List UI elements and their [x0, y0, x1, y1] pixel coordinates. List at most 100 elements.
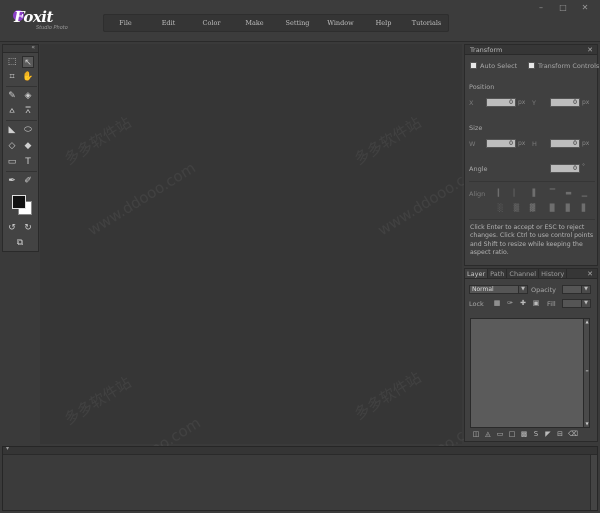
angle-unit: °: [582, 163, 585, 170]
w-label: W: [469, 140, 476, 148]
heal-icon[interactable]: ⩞: [22, 105, 34, 117]
app-logo: Foxit Studio Photo: [13, 8, 84, 34]
fit-icon[interactable]: ⧉: [14, 237, 26, 249]
align-hcenter-icon[interactable]: ▏: [513, 190, 520, 197]
eraser-icon[interactable]: ◈: [22, 90, 34, 102]
position-label: Position: [469, 83, 495, 91]
x-input[interactable]: 0: [486, 98, 516, 107]
redo-icon[interactable]: ↻: [22, 222, 34, 234]
y-unit: px: [582, 99, 590, 106]
eraser2-icon[interactable]: ◇: [6, 140, 18, 152]
scroll-up-icon[interactable]: ▲: [584, 319, 590, 325]
new-layer-icon[interactable]: □: [508, 430, 516, 438]
lock-label: Lock: [469, 300, 484, 308]
distribute-vcenter-icon[interactable]: ▊: [565, 205, 572, 212]
text-layer-icon[interactable]: S: [532, 430, 540, 438]
foreground-color-swatch[interactable]: [12, 195, 26, 209]
adjustment-layer-icon[interactable]: ◤: [544, 430, 552, 438]
menu-bar: File Edit Color Make Setting Window Help…: [103, 14, 449, 32]
layer-list[interactable]: ▲ ≡ ▼: [470, 318, 590, 428]
menu-make[interactable]: Make: [233, 19, 276, 27]
divider: [469, 219, 595, 220]
tab-channel[interactable]: Channel: [507, 269, 540, 278]
w-input[interactable]: 0: [486, 139, 516, 148]
new-group-icon[interactable]: ▭: [496, 430, 504, 438]
text-icon[interactable]: T: [22, 156, 34, 168]
scroll-grip-icon[interactable]: ≡: [584, 368, 590, 374]
collapse-toolbox-button[interactable]: «: [31, 44, 35, 51]
undo-icon[interactable]: ↺: [6, 222, 18, 234]
title-bar: Foxit Studio Photo File Edit Color Make …: [0, 0, 600, 42]
gradient-icon[interactable]: ▭: [6, 156, 18, 168]
bottom-panel: ▾: [2, 445, 598, 511]
layer-style-icon[interactable]: ◬: [484, 430, 492, 438]
pen-icon[interactable]: ✒: [6, 175, 18, 187]
link-layers-icon[interactable]: ◫: [472, 430, 480, 438]
merge-layers-icon[interactable]: ⊟: [556, 430, 564, 438]
menu-setting[interactable]: Setting: [276, 19, 319, 27]
align-vcenter-icon[interactable]: ▬: [565, 190, 572, 197]
lock-all-icon[interactable]: ▣: [532, 299, 540, 307]
tab-history[interactable]: History: [539, 269, 568, 278]
distribute-right-icon[interactable]: ▓: [529, 205, 536, 212]
close-transform-button[interactable]: ✕: [587, 45, 593, 55]
menu-file[interactable]: File: [104, 19, 147, 27]
brush-icon[interactable]: ✎: [6, 90, 18, 102]
layer-list-scrollbar[interactable]: ▲ ≡ ▼: [583, 319, 589, 427]
logo-text: Foxit: [14, 8, 53, 26]
move-select-icon[interactable]: ↖: [22, 56, 34, 68]
smudge-icon[interactable]: ◆: [22, 140, 34, 152]
chevron-down-icon: ▼: [581, 286, 590, 293]
layer-mask-icon[interactable]: ▩: [520, 430, 528, 438]
menu-tutorials[interactable]: Tutorials: [405, 19, 448, 27]
menu-help[interactable]: Help: [362, 19, 405, 27]
distribute-bottom-icon[interactable]: ▋: [581, 205, 588, 212]
lock-position-icon[interactable]: ✚: [519, 299, 527, 307]
transform-controls-checkbox[interactable]: [528, 62, 535, 69]
opacity-select[interactable]: ▼: [562, 285, 591, 294]
crop-icon[interactable]: ⌗: [6, 71, 18, 83]
blend-mode-select[interactable]: Normal ▼: [469, 285, 528, 294]
tab-path[interactable]: Path: [488, 269, 508, 278]
eyedropper-icon[interactable]: ✐: [22, 175, 34, 187]
close-layers-button[interactable]: ✕: [587, 269, 593, 279]
tool-divider: [6, 120, 37, 121]
y-input[interactable]: 0: [550, 98, 580, 107]
shape-icon[interactable]: ⬭: [22, 124, 34, 136]
minimize-button[interactable]: –: [530, 2, 552, 14]
menu-color[interactable]: Color: [190, 19, 233, 27]
close-button[interactable]: ✕: [574, 2, 596, 14]
angle-input[interactable]: 0: [550, 164, 580, 173]
hand-icon[interactable]: ✋: [22, 71, 34, 83]
tab-layer[interactable]: Layer: [465, 269, 489, 278]
bottom-panel-scrollbar[interactable]: [590, 455, 597, 510]
h-input[interactable]: 0: [550, 139, 580, 148]
w-unit: px: [518, 140, 526, 147]
align-bottom-icon[interactable]: ▁: [581, 190, 588, 197]
distribute-hcenter-icon[interactable]: ▒: [513, 205, 520, 212]
menu-edit[interactable]: Edit: [147, 19, 190, 27]
delete-layer-icon[interactable]: ⌫: [568, 430, 578, 438]
lock-transparency-icon[interactable]: ▦: [493, 299, 501, 307]
maximize-button[interactable]: □: [552, 2, 574, 14]
menu-window[interactable]: Window: [319, 19, 362, 27]
scroll-down-icon[interactable]: ▼: [584, 421, 590, 427]
bucket-icon[interactable]: ◣: [6, 124, 18, 136]
x-unit: px: [518, 99, 526, 106]
auto-select-checkbox[interactable]: [470, 62, 477, 69]
distribute-left-icon[interactable]: ░: [497, 205, 504, 212]
align-top-icon[interactable]: ▔: [549, 190, 556, 197]
opacity-label: Opacity: [531, 286, 557, 294]
stamp-icon[interactable]: ⩟: [6, 105, 18, 117]
rect-select-icon[interactable]: ⬚: [6, 56, 18, 68]
align-right-icon[interactable]: ▐: [529, 190, 536, 197]
transform-controls-label: Transform Controls: [538, 62, 600, 70]
blend-mode-value: Normal: [472, 286, 494, 293]
lock-paint-icon[interactable]: ✑: [506, 299, 514, 307]
fill-select[interactable]: ▼: [562, 299, 591, 308]
transform-title: Transform: [470, 46, 503, 54]
h-unit: px: [582, 140, 590, 147]
distribute-top-icon[interactable]: ▉: [549, 205, 556, 212]
align-left-icon[interactable]: ▎: [497, 190, 504, 197]
collapse-bottom-icon[interactable]: ▾: [6, 445, 9, 452]
